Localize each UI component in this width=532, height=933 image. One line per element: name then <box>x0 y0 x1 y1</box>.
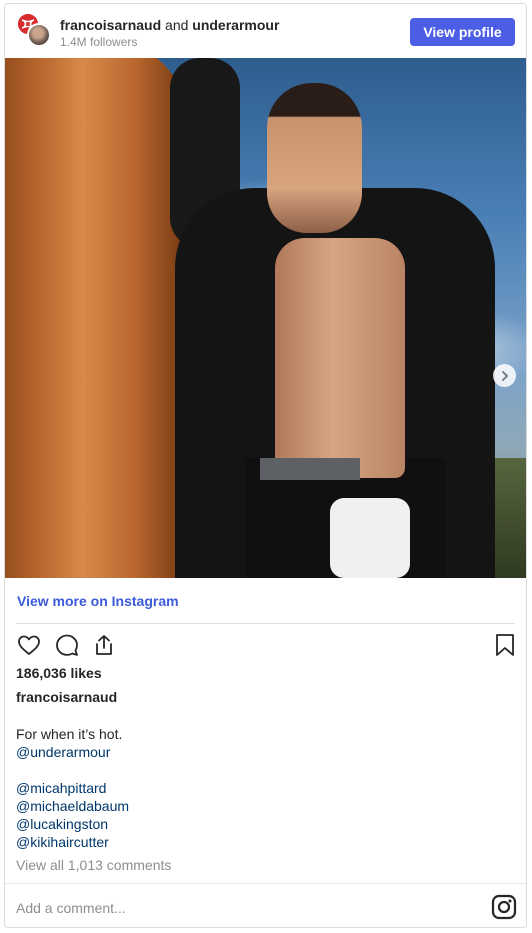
post-header: francoisarnaud and underarmour 1.4M foll… <box>5 4 526 58</box>
comment-icon <box>56 634 78 656</box>
mention-tag[interactable]: @michaeldabaum <box>16 797 129 815</box>
caption: For when it’s hot. @underarmour @micahpi… <box>16 725 129 851</box>
add-comment-input[interactable]: Add a comment... <box>16 900 126 916</box>
share-icon <box>96 635 112 655</box>
divider <box>16 623 515 624</box>
save-button[interactable] <box>491 631 519 659</box>
comment-button[interactable] <box>53 631 81 659</box>
caption-username[interactable]: francoisarnaud <box>16 689 117 705</box>
view-profile-button[interactable]: View profile <box>410 18 515 46</box>
instagram-icon[interactable] <box>491 894 517 920</box>
divider <box>5 883 526 884</box>
collab-title: francoisarnaud and underarmour <box>60 16 279 34</box>
mention-underarmour[interactable]: @underarmour <box>16 743 129 761</box>
mention-tag[interactable]: @lucakingston <box>16 815 129 833</box>
person-head <box>267 83 362 233</box>
username-underarmour[interactable]: underarmour <box>192 17 279 33</box>
carousel-next-button[interactable] <box>493 364 516 387</box>
waistband <box>260 458 360 480</box>
view-more-link[interactable]: View more on Instagram <box>17 593 179 609</box>
mention-tag[interactable]: @micahpittard <box>16 779 129 797</box>
instagram-embed-card: francoisarnaud and underarmour 1.4M foll… <box>4 3 527 928</box>
bookmark-icon <box>496 634 514 656</box>
header-text: francoisarnaud and underarmour 1.4M foll… <box>60 16 279 50</box>
action-bar <box>15 631 518 661</box>
avatar-francoisarnaud[interactable] <box>27 23 51 47</box>
person-torso <box>275 238 405 478</box>
chevron-right-icon <box>501 370 508 381</box>
connector-text: and <box>165 17 189 33</box>
boxing-wrap <box>330 498 410 578</box>
view-all-comments-link[interactable]: View all 1,013 comments <box>16 857 171 873</box>
mention-tag[interactable]: @kikihaircutter <box>16 833 129 851</box>
heart-icon <box>18 635 40 655</box>
post-image[interactable] <box>5 58 526 578</box>
punching-bag <box>5 58 190 578</box>
caption-text: For when it’s hot. <box>16 726 123 742</box>
likes-count[interactable]: 186,036 likes <box>16 665 102 681</box>
share-button[interactable] <box>90 631 118 659</box>
username-francoisarnaud[interactable]: francoisarnaud <box>60 17 161 33</box>
followers-count: 1.4M followers <box>60 35 138 49</box>
like-button[interactable] <box>15 631 43 659</box>
